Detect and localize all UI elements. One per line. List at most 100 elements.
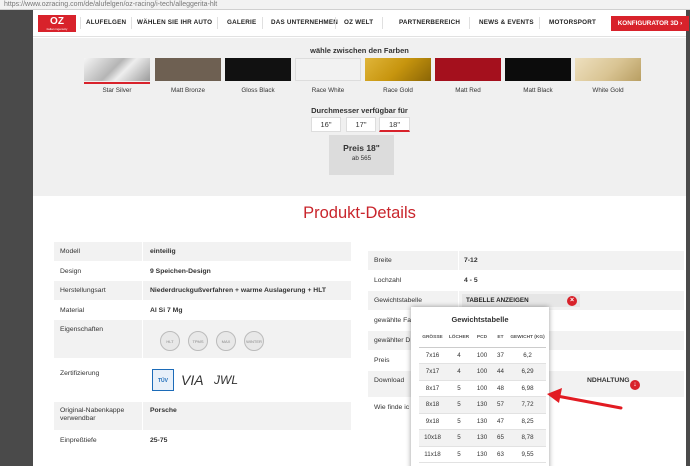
table-row: 9x18 5 130 47 8,25	[419, 413, 546, 430]
chevron-right-icon: ›	[680, 20, 683, 27]
table-row: 11x18 5 130 63 9,55	[419, 446, 546, 463]
color-swatch[interactable]	[435, 58, 501, 81]
detail-key: Einpreßtiefe	[60, 437, 97, 444]
table-row: 7x17 4 100 44 6,29	[419, 363, 546, 381]
color-swatch-label: Matt Black	[523, 87, 553, 94]
table-row: Eigenschaften HLT TPMS READY MAX WINTER …	[54, 320, 351, 358]
popup-title: Gewichtstabelle	[451, 315, 509, 324]
table-row: 7x16 4 100 37 6,2	[419, 347, 546, 364]
oz-logo[interactable]: OZ italian ingenuity	[38, 15, 76, 32]
detail-key: Zertifizierung	[60, 370, 100, 377]
table-cell: 100	[472, 347, 492, 364]
color-swatch[interactable]	[575, 58, 641, 81]
table-cell: 4	[446, 363, 472, 381]
detail-key: Material	[60, 307, 85, 314]
detail-key: Modell	[60, 248, 81, 255]
table-cell: 63	[492, 446, 509, 463]
nav-item-auto[interactable]: WÄHLEN SIE IHR AUTO	[137, 19, 212, 26]
detail-value: 25-75	[150, 437, 168, 444]
right-background	[686, 10, 690, 466]
table-cell: 5	[446, 380, 472, 397]
table-cell: 8,25	[509, 413, 546, 430]
arrow-shaft	[555, 394, 623, 410]
price-title: Preis 18"	[343, 143, 380, 153]
table-cell: 37	[492, 347, 509, 364]
table-cell: 11x18	[419, 446, 446, 463]
diameter-17-button[interactable]: 17"	[346, 117, 376, 132]
detail-key: Gewichtstabelle	[374, 297, 422, 304]
table-row: Design 9 Speichen-Design	[54, 262, 351, 281]
column-header: LÖCHER	[446, 329, 472, 348]
table-cell: 47	[492, 413, 509, 430]
close-icon[interactable]: ×	[567, 296, 577, 306]
annotation-arrow	[547, 388, 623, 410]
color-swatch[interactable]	[505, 58, 571, 81]
table-cell: 5	[446, 429, 472, 447]
download-icon[interactable]: ↓	[630, 380, 640, 390]
table-cell: 9x18	[419, 413, 446, 430]
nav-item-alufelgen[interactable]: ALUFELGEN	[86, 19, 126, 26]
nav-item-galerie[interactable]: GALERIE	[227, 19, 256, 26]
table-cell: 7x16	[419, 347, 446, 364]
detail-key: Preis	[374, 357, 390, 364]
logo-text: OZ	[50, 16, 64, 27]
table-cell: 57	[492, 396, 509, 414]
diameter-16-button[interactable]: 16"	[311, 117, 341, 132]
detail-value: Al Si 7 Mg	[150, 307, 183, 314]
nav-separator	[539, 17, 540, 29]
diameter-18-button[interactable]: 18"	[379, 117, 410, 132]
table-cell: 6,2	[509, 347, 546, 364]
color-swatch[interactable]	[295, 58, 361, 81]
table-row: Breite 7-12	[368, 251, 684, 270]
product-details-title: Produkt-Details	[303, 204, 416, 222]
colors-title: wähle zwischen den Farben	[310, 46, 409, 55]
nav-separator	[217, 17, 218, 29]
left-background	[0, 10, 33, 466]
color-swatch[interactable]	[225, 58, 291, 81]
color-swatch-label: Star Silver	[102, 87, 132, 94]
nav-separator	[131, 17, 132, 29]
detail-key: Lochzahl	[374, 277, 402, 284]
detail-value: 9 Speichen-Design	[150, 268, 211, 275]
table-cell: 130	[472, 429, 492, 447]
arrow-head	[547, 388, 562, 403]
color-swatch[interactable]	[155, 58, 221, 81]
nav-separator	[335, 17, 336, 29]
table-cell: 44	[492, 363, 509, 381]
table-row: Original-Nabenkappe verwendbar Porsche	[54, 402, 351, 430]
table-cell: 130	[472, 396, 492, 414]
nav-item-partnerbereich[interactable]: PARTNERBEREICH	[399, 19, 460, 26]
show-table-button[interactable]: TABELLE ANZEIGEN	[462, 294, 580, 307]
price-box: Preis 18" ab 565	[329, 135, 394, 175]
column-header: ET	[492, 329, 509, 348]
detail-value: Porsche	[150, 407, 177, 414]
detail-key: gewählte Fa	[374, 317, 412, 324]
color-swatch[interactable]	[84, 58, 150, 81]
table-cell: 7x17	[419, 363, 446, 381]
page: OZ italian ingenuity ALUFELGEN WÄHLEN SI…	[33, 10, 689, 466]
table-cell: 10x18	[419, 429, 446, 447]
address-bar[interactable]: https://www.ozracing.com/de/alufelgen/oz…	[0, 0, 690, 10]
table-row: Lochzahl 4 - 5	[368, 271, 684, 290]
column-header: GRÖSSE	[419, 329, 446, 348]
color-swatch-label: Matt Bronze	[171, 87, 205, 94]
nav-item-news-events[interactable]: NEWS & EVENTS	[479, 19, 534, 26]
detail-key: Original-Nabenkappe verwendbar	[60, 407, 125, 422]
table-cell: 130	[472, 446, 492, 463]
table-cell: 7,72	[509, 396, 546, 414]
table-cell: 8,78	[509, 429, 546, 447]
detail-value: einteilig	[150, 248, 176, 255]
tuv-icon: TÜV	[152, 369, 174, 391]
detail-value: 4 - 5	[464, 277, 478, 284]
nav-item-oz-welt[interactable]: OZ WELT	[344, 19, 373, 26]
color-swatch[interactable]	[365, 58, 431, 81]
nav-item-unternehmen[interactable]: DAS UNTERNEHMEN	[271, 19, 338, 26]
table-row: Material Al Si 7 Mg	[54, 301, 351, 320]
nav-item-motorsport[interactable]: MOTORSPORT	[549, 19, 596, 26]
tpms-ready-icon: TPMS READY	[188, 331, 208, 351]
configurator-button[interactable]: KONFIGURATOR 3D ›	[611, 16, 689, 31]
detail-key: Design	[60, 268, 82, 275]
weight-table-body: 7x16 4 100 37 6,2 7x17 4 100 44 6,29 8x17 5 100 48 6,9…	[419, 347, 546, 463]
color-swatch-label: Matt Red	[455, 87, 481, 94]
download-link[interactable]: NDHALTUNG	[587, 377, 630, 384]
